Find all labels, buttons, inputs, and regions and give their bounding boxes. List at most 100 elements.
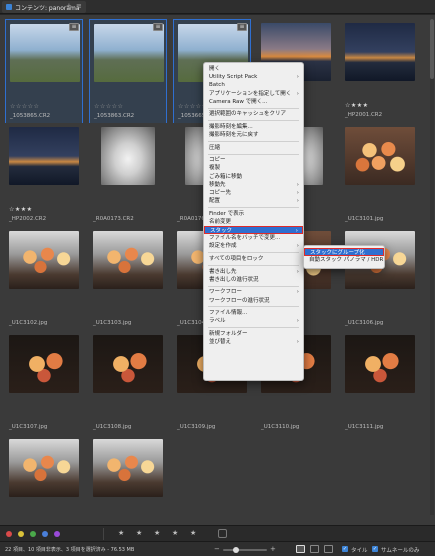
group-as-stack-item[interactable]: スタックにグループ化 xyxy=(304,248,384,257)
thumbnail-filename: _U1C3101.jpg xyxy=(345,216,384,222)
thumbnail-filename: _U1C3102.jpg xyxy=(9,320,48,326)
menu-item[interactable]: ワークフローの進行状況 xyxy=(204,297,303,305)
thumbnail-tile[interactable]: _U1C3106.jpg xyxy=(341,227,419,335)
rating-stars[interactable]: ☆☆☆☆☆ xyxy=(10,103,39,110)
zoom-out-button[interactable]: − xyxy=(214,545,220,553)
thumbnail-image xyxy=(93,231,163,289)
rating-stars[interactable]: ☆☆☆☆☆ xyxy=(94,103,123,110)
scrollbar[interactable] xyxy=(430,19,434,515)
thumbnail-tile[interactable]: ☆★★★ _HP2001.CR2 xyxy=(341,19,419,127)
menu-item[interactable]: Camera Raw で開く... xyxy=(204,98,303,106)
rating-filter-3-icon[interactable]: ★ xyxy=(154,529,160,538)
zoom-slider-thumb[interactable] xyxy=(233,547,240,553)
menu-item-label: ファイル名をバッチで変更... xyxy=(209,235,281,242)
thumbnail-filename: _R0A0173.CR2 xyxy=(93,216,134,222)
thumbnail-tile[interactable]: _U1C3107.jpg xyxy=(5,331,83,439)
menu-item[interactable]: 撮影時刻を編集... xyxy=(204,123,303,131)
menu-item[interactable]: アプリケーションを指定して開く › xyxy=(204,90,303,98)
menu-item[interactable]: Finder で表示 xyxy=(204,210,303,218)
submenu-arrow-icon: › xyxy=(296,189,299,196)
menu-item[interactable]: 並び替え › xyxy=(204,338,303,346)
filter-toggle-box[interactable] xyxy=(218,529,227,538)
menu-separator xyxy=(208,107,299,109)
stack-badge-icon[interactable]: ≡ xyxy=(237,23,247,31)
label-filter-red[interactable] xyxy=(6,531,12,537)
label-filter-yellow[interactable] xyxy=(18,531,24,537)
thumbnail-tile[interactable]: _U1C3101.jpg xyxy=(341,123,419,231)
add-tab-button[interactable]: + xyxy=(66,2,72,11)
menu-item[interactable]: すべての項目をロック xyxy=(204,255,303,263)
thumbnail-filename: _1053863.CR2 xyxy=(94,113,135,119)
menu-item[interactable]: Batch xyxy=(204,81,303,89)
detail-view-icon[interactable] xyxy=(324,545,333,553)
thumb-only-checkbox[interactable]: ✓ xyxy=(372,546,378,552)
menu-item[interactable]: ファイル情報... xyxy=(204,309,303,317)
submenu-arrow-icon: › xyxy=(296,90,299,97)
thumbnail-tile[interactable] xyxy=(89,435,167,525)
menu-item-label: ワークフロー xyxy=(209,289,243,296)
menu-item[interactable]: 複製 xyxy=(204,164,303,172)
menu-item-label: Camera Raw で開く... xyxy=(209,98,268,105)
menu-item[interactable]: 移動先 › xyxy=(204,181,303,189)
menu-item[interactable]: ラベル › xyxy=(204,317,303,325)
rating-stars[interactable]: ☆★★★ xyxy=(9,206,33,213)
rating-filter-4-icon[interactable]: ★ xyxy=(172,529,178,538)
thumbnail-image xyxy=(9,335,79,393)
menu-item[interactable]: 選択範囲のキャッシュをクリア xyxy=(204,110,303,118)
menu-item[interactable]: 開く xyxy=(204,65,303,73)
list-view-icon[interactable] xyxy=(310,545,319,553)
filter-bar: ★ ★ ★ ★ ★ xyxy=(0,525,435,541)
rating-stars[interactable]: ☆★★★ xyxy=(345,102,369,109)
label-filter-purple[interactable] xyxy=(54,531,60,537)
submenu-arrow-icon: › xyxy=(296,339,299,345)
thumbnail-tile[interactable]: _U1C3108.jpg xyxy=(89,331,167,439)
thumbnail-image xyxy=(10,24,80,82)
thumbnail-tile[interactable] xyxy=(5,435,83,525)
thumbnail-tile[interactable]: _U1C3102.jpg xyxy=(5,227,83,335)
status-bar: 22 項目、10 項目非表示、3 項目を選択済み - 76.53 MB − + … xyxy=(0,541,435,556)
thumbnail-tile[interactable]: _U1C3103.jpg xyxy=(89,227,167,335)
menu-item-label: 撮影時刻を元に戻す xyxy=(209,132,259,139)
menu-item[interactable]: 撮影時刻を元に戻す xyxy=(204,131,303,139)
tab-content[interactable]: コンテンツ: panorama xyxy=(2,1,86,13)
grid-view-icon[interactable] xyxy=(296,545,305,553)
menu-item[interactable]: 書き出し先 › xyxy=(204,268,303,276)
tab-menu-icon[interactable]: ≡ xyxy=(76,2,82,11)
content-tab-icon xyxy=(6,4,12,10)
auto-stack-item[interactable]: 自動スタック パノラマ / HDR xyxy=(304,256,384,264)
thumbnail-tile[interactable]: ☆★★★ _HP2002.CR2 xyxy=(5,123,83,231)
menu-item[interactable]: コピー先 › xyxy=(204,189,303,197)
scroll-thumb[interactable] xyxy=(430,19,434,79)
menu-item-label: 書き出し先 xyxy=(209,268,237,275)
zoom-slider[interactable] xyxy=(223,547,267,553)
menu-item[interactable]: ごみ箱に移動 xyxy=(204,173,303,181)
label-filter-blue[interactable] xyxy=(42,531,48,537)
label-filter-green[interactable] xyxy=(30,531,36,537)
menu-item[interactable]: 配置 › xyxy=(204,197,303,205)
thumbnail-tile[interactable]: ≡ ☆☆☆☆☆ _1053863.CR2 xyxy=(89,19,167,127)
stack-badge-icon[interactable]: ≡ xyxy=(69,23,79,31)
menu-item[interactable]: Utility Script Pack › xyxy=(204,73,303,81)
menu-item-label: 複製 xyxy=(209,165,221,172)
menu-item[interactable]: 圧縮 xyxy=(204,144,303,152)
menu-item[interactable]: 新規フォルダー xyxy=(204,330,303,338)
rating-filter-5-icon[interactable]: ★ xyxy=(190,529,196,538)
rating-filter-2-icon[interactable]: ★ xyxy=(136,529,142,538)
thumbnail-tile[interactable]: _R0A0173.CR2 xyxy=(89,123,167,231)
menu-item[interactable]: 設定を作成 › xyxy=(204,242,303,250)
menu-item[interactable]: 書き出しの進行状況 xyxy=(204,276,303,284)
menu-item[interactable]: ファイル名をバッチで変更... xyxy=(204,234,303,242)
stack-badge-icon[interactable]: ≡ xyxy=(153,23,163,31)
menu-item-stack[interactable]: スタック › xyxy=(204,226,303,235)
menu-item[interactable]: 名前変更 xyxy=(204,218,303,226)
zoom-in-button[interactable]: + xyxy=(270,545,276,553)
thumbnail-image xyxy=(9,439,79,497)
menu-item-label: 書き出しの進行状況 xyxy=(209,276,259,283)
thumbnail-image xyxy=(345,23,415,81)
thumbnail-tile[interactable]: ≡ ☆☆☆☆☆ _1053865.CR2 xyxy=(5,19,83,127)
rating-filter-1-icon[interactable]: ★ xyxy=(118,529,124,538)
menu-item[interactable]: ワークフロー › xyxy=(204,288,303,296)
menu-item[interactable]: コピー xyxy=(204,156,303,164)
thumbnail-tile[interactable]: _U1C3111.jpg xyxy=(341,331,419,439)
tile-checkbox[interactable]: ✓ xyxy=(342,546,348,552)
